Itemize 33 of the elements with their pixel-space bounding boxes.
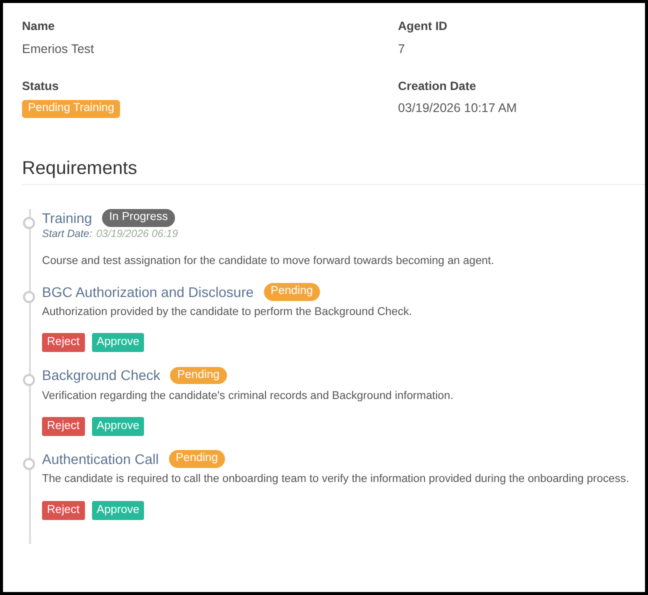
approve-button[interactable]: Approve [92, 417, 144, 436]
status-badge: Pending [170, 366, 227, 384]
start-date-value: 03/19/2026 06:19 [96, 228, 178, 242]
field-value: 7 [398, 40, 406, 57]
requirement-title[interactable]: Background Check [42, 366, 160, 385]
reject-button[interactable]: Reject [42, 500, 85, 520]
status-badge: Pending Training [22, 100, 120, 118]
reject-button[interactable]: Reject [42, 417, 85, 436]
requirement-title[interactable]: Authentication Call [42, 450, 159, 468]
status-badge: In Progress [102, 209, 175, 228]
approve-button[interactable]: Approve [92, 500, 144, 520]
field-label: Status [22, 78, 60, 94]
status-badge: Pending [264, 282, 320, 301]
field-label: Name [22, 19, 56, 35]
requirement-description: Authorization provided by the candidate to perform the Background Check. [42, 304, 414, 320]
reject-button[interactable]: Reject [42, 333, 85, 352]
requirement-description: Verification regarding the candidate's criminal records and Background information. [42, 388, 454, 404]
requirement-title[interactable]: BGC Authorization and Disclosure [42, 282, 254, 301]
requirement-title[interactable]: Training [42, 209, 92, 228]
field-value: 03/19/2026 10:17 AM [398, 100, 518, 117]
approve-button[interactable]: Approve [92, 333, 144, 352]
requirement-description: Course and test assignation for the candidate to move forward towards becoming an agent. [42, 254, 496, 269]
field-value: Emerios Test [22, 40, 96, 57]
timeline-dot-icon [23, 374, 35, 386]
field-label: Agent ID [398, 19, 448, 35]
field-label: Creation Date [398, 78, 478, 94]
start-date-label: Start Date: [42, 228, 92, 242]
requirement-description: The candidate is required to call the onboarding team to verify the information provided during the onboarding process. [42, 472, 630, 487]
status-badge: Pending [168, 450, 225, 468]
section-heading: Requirements [22, 156, 645, 186]
timeline-dot-icon [23, 217, 35, 230]
timeline-dot-icon [23, 458, 35, 470]
timeline-dot-icon [23, 290, 35, 303]
